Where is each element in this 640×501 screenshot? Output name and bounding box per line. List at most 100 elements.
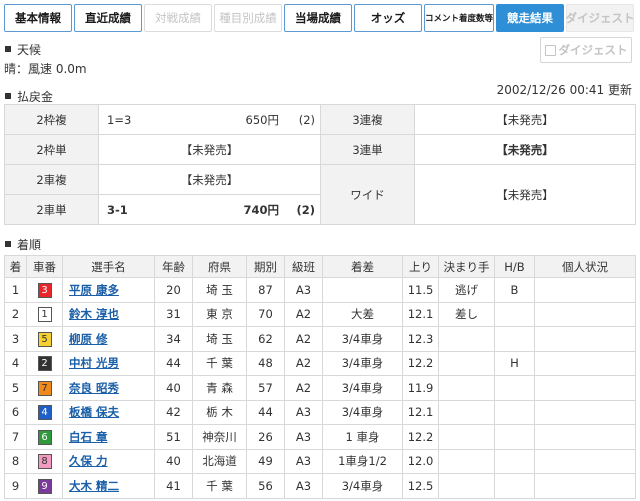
racer-name-link[interactable]: 大木 精二 [62,473,155,499]
tab-race-result[interactable]: 競走結果 [496,4,564,32]
prefecture-cell: 千 葉 [192,350,247,376]
prefecture-cell: 埼 玉 [192,277,247,303]
payout-label: ワイド [320,164,415,225]
term-cell: 48 [246,350,285,376]
prefecture-cell: 千 葉 [192,473,247,499]
tab-recent-results[interactable]: 直近成績 [74,4,142,32]
payout-label: 2枠複 [4,104,99,135]
payout-label: 3連単 [320,134,415,165]
tab-venue-results[interactable]: 当場成績 [284,4,352,32]
rank-cell: 1 [4,277,27,303]
col-term: 期別 [246,255,285,278]
margin-cell [322,277,403,303]
car-cell: 8 [26,448,63,474]
table-row: 1 3 平原 康多 20 埼 玉 87 A3 11.5 逃げ B [4,277,636,303]
class-cell: A2 [284,375,323,401]
table-row: 5 7 奈良 昭秀 40 青 森 57 A2 3/4車身 11.9 [4,375,636,401]
payout-table: 2枠複 1=3 650円 (2) 3連複 【未発売】 2枠単 【未発売】 3連単 【… [4,104,636,225]
weather-heading: 天候 [5,41,41,58]
payout-value: 【未発売】 [414,134,636,165]
payout-value: 【未発売】 [98,164,321,195]
table-row: 9 9 大木 精二 41 千 葉 56 A3 3/4車身 12.5 [4,473,636,499]
racer-name-link[interactable]: 中村 光男 [62,350,155,376]
status-cell [534,399,636,425]
prefecture-cell: 北海道 [192,448,247,474]
class-cell: A2 [284,350,323,376]
class-cell: A3 [284,424,323,450]
age-cell: 40 [154,375,193,401]
col-age: 年齢 [154,255,193,278]
payout-row: 2車複 【未発売】 ワイド 【未発売】 [4,164,636,225]
table-row: 4 2 中村 光男 44 千 葉 48 A2 3/4車身 12.2 H [4,350,636,376]
col-hb: H/B [494,255,535,278]
last-lap-cell: 12.1 [402,301,439,327]
racer-name-link[interactable]: 平原 康多 [62,277,155,303]
racer-name-link[interactable]: 久保 力 [62,448,155,474]
term-cell: 56 [246,473,285,499]
table-row: 8 8 久保 力 40 北海道 49 A3 1車身1/2 12.0 [4,448,636,474]
status-cell [534,448,636,474]
last-lap-cell: 11.5 [402,277,439,303]
hb-cell [494,375,535,401]
col-car: 車番 [26,255,63,278]
racer-name-link[interactable]: 白石 章 [62,424,155,450]
margin-cell: 1 車身 [322,424,403,450]
car-cell: 1 [26,301,63,327]
kimarite-cell [438,424,495,450]
status-cell [534,301,636,327]
payout-heading: 払戻金 [5,88,53,105]
hb-cell [494,424,535,450]
tab-basic-info[interactable]: 基本情報 [4,4,72,32]
payout-amount: 740円 [243,202,279,217]
car-cell: 2 [26,350,63,376]
payout-value: 1=3 650円 (2) [98,104,321,135]
margin-cell: 1車身1/2 [322,448,403,474]
age-cell: 42 [154,399,193,425]
payout-combo: 1=3 [107,112,132,127]
car-cell: 7 [26,375,63,401]
status-cell [534,375,636,401]
racer-name-link[interactable]: 柳原 修 [62,326,155,352]
hb-cell [494,473,535,499]
car-number-badge: 6 [37,429,52,445]
table-row: 7 6 白石 章 51 神奈川 26 A3 1 車身 12.2 [4,424,636,450]
last-lap-cell: 12.2 [402,350,439,376]
tab-event-results: 種目別成績 [214,4,282,32]
car-number-badge: 1 [37,307,52,323]
rank-cell: 5 [4,375,27,401]
term-cell: 87 [246,277,285,303]
tab-digest: ダイジェスト [566,4,635,32]
updated-time: 2002/12/26 00:41 更新 [496,83,632,97]
term-cell: 26 [246,424,285,450]
kimarite-cell [438,448,495,474]
racer-name-link[interactable]: 板橋 保夫 [62,399,155,425]
car-number-badge: 7 [37,380,52,396]
results-header-row: 着 車番 選手名 年齢 府県 期別 級班 着差 上り 決まり手 H/B 個人状況 [4,255,636,278]
prefecture-cell: 青 森 [192,375,247,401]
margin-cell: 3/4車身 [322,350,403,376]
racer-name-link[interactable]: 奈良 昭秀 [62,375,155,401]
class-cell: A3 [284,277,323,303]
kimarite-cell [438,375,495,401]
car-number-badge: 3 [37,282,52,298]
payout-popularity: (2) [296,202,315,217]
prefecture-cell: 埼 玉 [192,326,247,352]
rank-cell: 2 [4,301,27,327]
age-cell: 20 [154,277,193,303]
results-table: 着 車番 選手名 年齢 府県 期別 級班 着差 上り 決まり手 H/B 個人状況… [4,255,636,499]
term-cell: 62 [246,326,285,352]
prefecture-cell: 神奈川 [192,424,247,450]
racer-name-link[interactable]: 鈴木 淳也 [62,301,155,327]
tab-odds[interactable]: オッズ [354,4,422,32]
payout-label: 2枠単 [4,134,99,165]
car-number-badge: 9 [37,478,52,494]
kimarite-cell [438,473,495,499]
hb-cell [494,448,535,474]
class-cell: A3 [284,399,323,425]
tab-comments[interactable]: コメント着度数等 [424,4,494,32]
age-cell: 51 [154,424,193,450]
col-last: 上り [402,255,439,278]
col-kimarite: 決まり手 [438,255,495,278]
payout-value: 【未発売】 [414,104,636,135]
last-lap-cell: 12.0 [402,448,439,474]
